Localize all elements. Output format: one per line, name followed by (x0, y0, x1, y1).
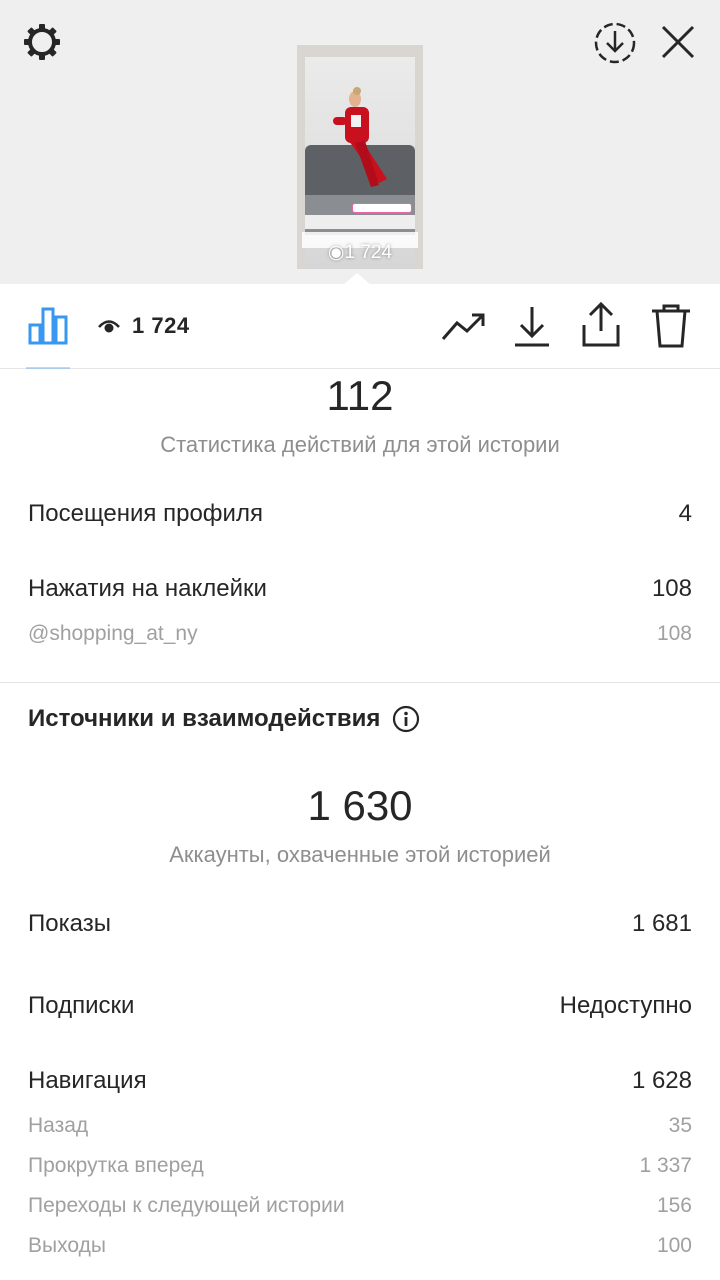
story-preview-area: ◉1 724 (0, 0, 720, 285)
row-value: 4 (678, 500, 692, 527)
views-count-value: 1 724 (132, 313, 190, 338)
row-value: 1 628 (631, 1067, 692, 1094)
navigation-exits-row: Выходы 100 (28, 1234, 692, 1258)
preview-pointer (343, 273, 371, 285)
row-label: Назад (28, 1114, 89, 1137)
section-divider (0, 682, 720, 683)
thumbnail-views: ◉1 724 (297, 241, 423, 264)
eye-icon (98, 320, 120, 333)
row-label: Подписки (28, 992, 135, 1019)
close-icon[interactable] (658, 22, 698, 62)
thumbnail-views-count: 1 724 (344, 242, 393, 263)
row-value: 35 (668, 1114, 692, 1137)
interactions-caption: Статистика действий для этой истории (160, 432, 560, 457)
download-icon[interactable] (512, 303, 552, 349)
download-circle-icon[interactable] (592, 20, 638, 66)
section-title-text: Источники и взаимодействия (28, 705, 381, 732)
thumbnail-person (333, 87, 387, 187)
navigation-row: Навигация 1 628 (28, 1067, 692, 1095)
share-icon[interactable] (580, 301, 622, 349)
follows-row: Подписки Недоступно (28, 992, 692, 1020)
row-label: Нажатия на наклейки (28, 575, 267, 602)
row-value: 108 (651, 575, 692, 602)
accounts-reached-total: 1 630 (307, 782, 413, 829)
active-tab-indicator (26, 367, 70, 369)
story-thumbnail[interactable]: ◉1 724 (297, 45, 423, 269)
row-label: Посещения профиля (28, 500, 263, 527)
row-label: @shopping_at_ny (28, 622, 198, 645)
info-icon[interactable] (392, 705, 420, 733)
views-count[interactable]: 1 724 (98, 313, 190, 339)
bar-chart-icon[interactable] (26, 303, 70, 347)
row-label: Переходы к следующей истории (28, 1194, 345, 1217)
row-label: Прокрутка вперед (28, 1154, 204, 1177)
thumbnail-sticker (352, 203, 412, 213)
accounts-reached-caption: Аккаунты, охваченные этой историей (169, 842, 551, 867)
impressions-row: Показы 1 681 (28, 910, 692, 938)
navigation-back-row: Назад 35 (28, 1114, 692, 1138)
sticker-taps-row: Нажатия на наклейки 108 (28, 575, 692, 603)
row-label: Навигация (28, 1067, 147, 1094)
row-value: 108 (656, 622, 692, 645)
row-value: Недоступно (559, 992, 692, 1019)
thumbnail-eye-icon: ◉ (327, 242, 345, 263)
sticker-mention-row[interactable]: @shopping_at_ny 108 (28, 622, 692, 646)
row-value: 1 681 (631, 910, 692, 937)
navigation-forward-row: Прокрутка вперед 1 337 (28, 1154, 692, 1178)
gear-icon[interactable] (22, 22, 62, 62)
interactions-total: 112 (326, 372, 394, 419)
story-toolbar: 1 724 (0, 285, 720, 369)
row-value: 100 (656, 1234, 692, 1257)
row-label: Выходы (28, 1234, 106, 1257)
trash-icon[interactable] (650, 303, 692, 349)
discovery-section-title: Источники и взаимодействия (28, 705, 420, 733)
row-value: 156 (656, 1194, 692, 1217)
row-label: Показы (28, 910, 111, 937)
navigation-next-story-row: Переходы к следующей истории 156 (28, 1194, 692, 1218)
row-value: 1 337 (639, 1154, 692, 1177)
trend-arrow-icon[interactable] (440, 307, 486, 347)
profile-visits-row: Посещения профиля 4 (28, 500, 692, 528)
thumbnail-caption-line (305, 215, 415, 229)
